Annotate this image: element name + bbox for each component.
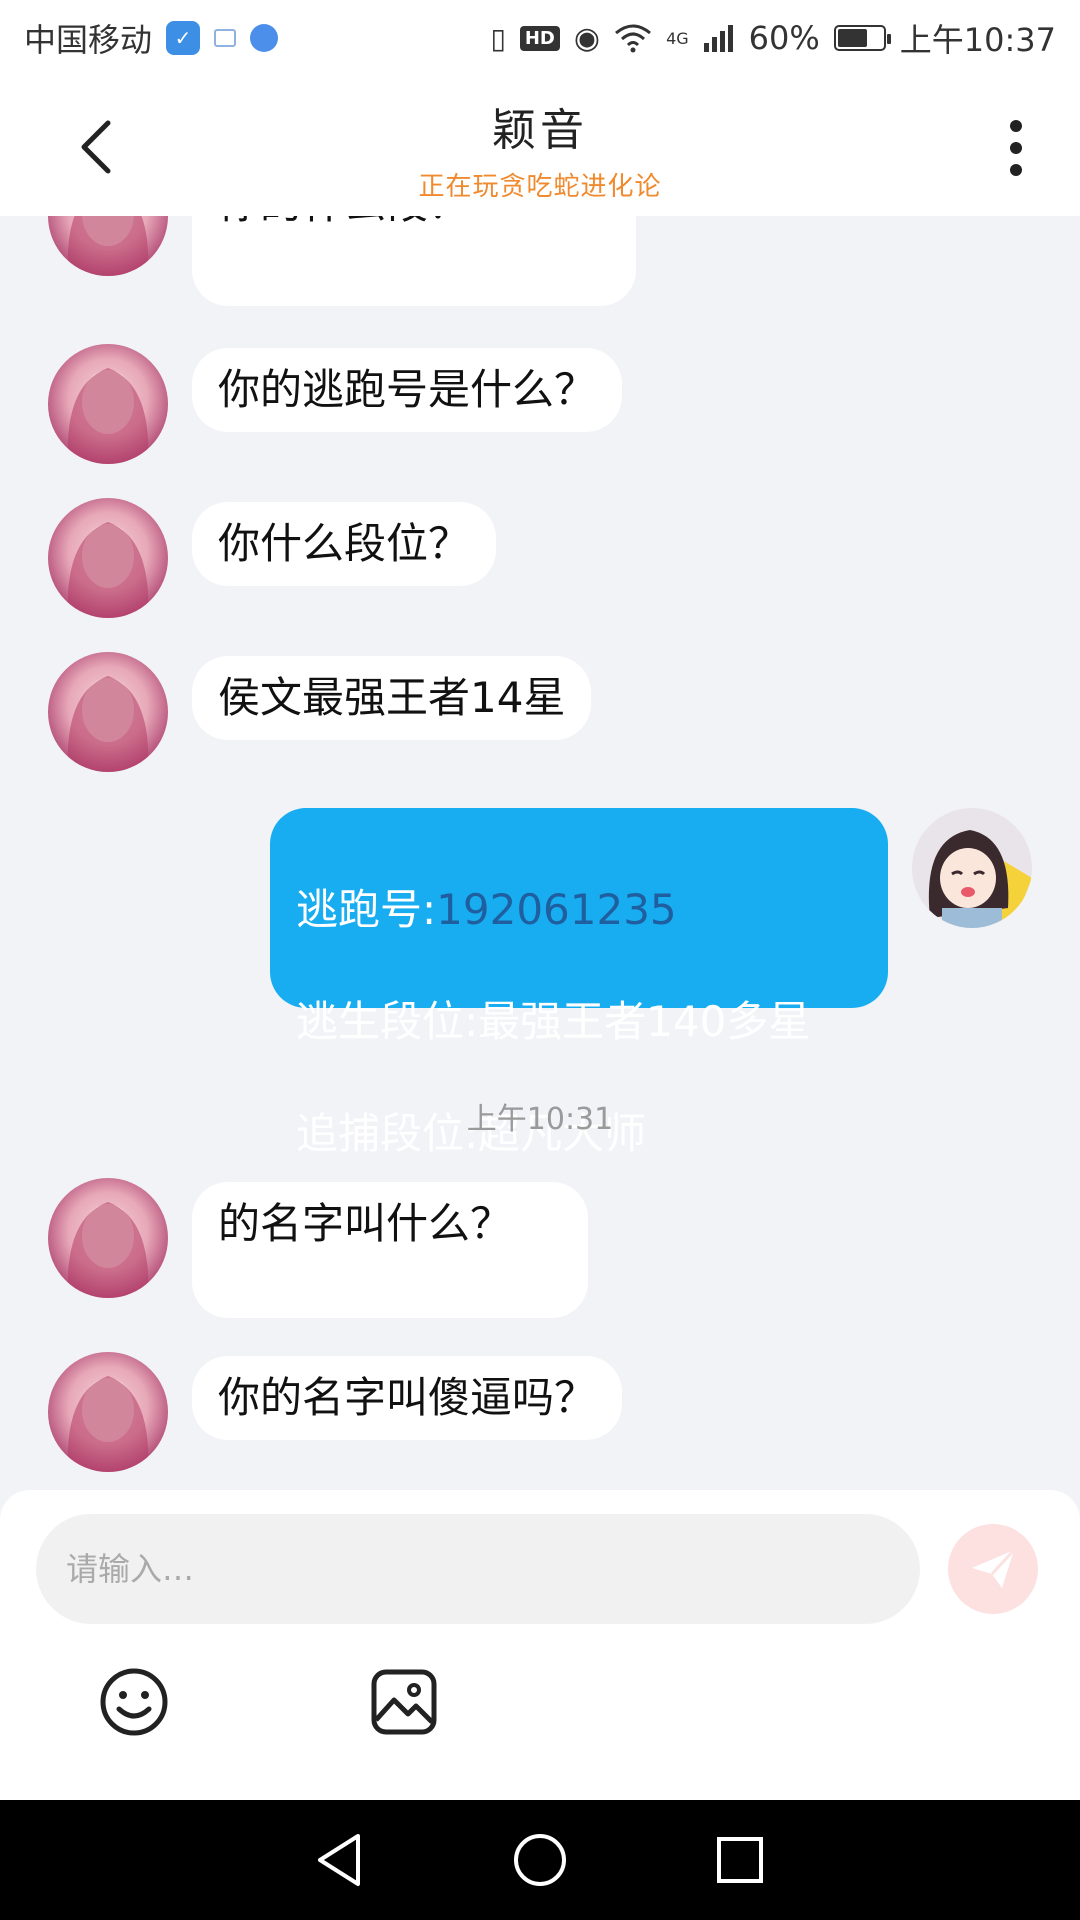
vibrate-icon: ▯ — [490, 21, 506, 55]
square-recents-icon — [717, 1837, 763, 1883]
contact-avatar[interactable] — [48, 498, 168, 618]
more-dot — [1010, 164, 1022, 176]
contact-status: 正在玩贪吃蛇进化论 — [418, 172, 662, 202]
contact-avatar[interactable] — [48, 1178, 168, 1298]
my-avatar[interactable] — [912, 808, 1032, 928]
message-bubble[interactable]: 你的逃跑号是什么？ — [192, 348, 623, 432]
more-dot — [1010, 142, 1022, 154]
contact-name: 颖音 — [492, 105, 588, 156]
message-incoming: 侯文最强王者14星 — [0, 652, 1080, 772]
nav-home-button[interactable] — [510, 1830, 570, 1890]
message-bubble[interactable]: 你的名字叫傻逼吗？ — [192, 1356, 623, 1440]
system-nav-bar — [0, 1800, 1080, 1920]
timestamp: 上午10:31 — [466, 1102, 614, 1137]
send-button[interactable] — [948, 1524, 1038, 1614]
line-value: 最强王者140多星 — [478, 997, 811, 1046]
message-bubble[interactable]: 的名字叫什么？ — [192, 1182, 588, 1318]
contact-avatar[interactable] — [48, 344, 168, 464]
carrier-label: 中国移动 — [24, 21, 153, 59]
message-incoming: 你的什么段？ — [0, 216, 1080, 316]
message-bubble[interactable]: 你的什么段？ — [192, 216, 636, 306]
circle-home-icon — [514, 1834, 566, 1886]
emoji-button[interactable] — [98, 1666, 170, 1738]
eye-icon: ◉ — [573, 20, 601, 56]
more-dot — [1010, 120, 1022, 132]
bubble-line: 逃生段位:最强王者140多星 — [296, 994, 862, 1050]
message-bubble[interactable]: 侯文最强王者14星 — [192, 656, 592, 740]
message-icon — [214, 29, 237, 47]
contact-avatar[interactable] — [48, 216, 168, 276]
message-bubble[interactable]: 逃跑号:192061235 逃生段位:最强王者140多星 追捕段位:超凡大师 — [270, 808, 888, 1158]
line-label: 逃生段位: — [296, 997, 479, 1046]
signal-icon — [703, 25, 733, 52]
browser-icon — [250, 24, 279, 52]
triangle-back-icon — [318, 1834, 360, 1886]
composer — [0, 1490, 1080, 1800]
paper-plane-icon — [972, 1548, 1016, 1588]
clock: 上午10:37 — [899, 21, 1056, 59]
message-incoming: 你的逃跑号是什么？ — [0, 344, 1080, 464]
battery-icon — [833, 25, 891, 51]
wifi-icon — [615, 24, 652, 53]
message-incoming: 你什么段位？ — [0, 498, 1080, 618]
hd-badge: HD — [519, 25, 560, 51]
message-input[interactable] — [36, 1514, 920, 1624]
image-button[interactable] — [368, 1666, 440, 1738]
contact-avatar[interactable] — [48, 1352, 168, 1472]
bubble-line: 逃跑号:192061235 — [296, 882, 862, 938]
nav-recents-button[interactable] — [710, 1830, 770, 1890]
message-bubble[interactable]: 你什么段位？ — [192, 502, 497, 586]
message-list[interactable]: 你的什么段？ 你的逃跑号是什么？ 你什么段位？ 侯文最强王者14星 逃跑号:19… — [0, 216, 1080, 1490]
image-icon — [371, 1669, 437, 1735]
chat-header: 颖音 正在玩贪吃蛇进化论 — [0, 76, 1080, 216]
shield-icon: ✓ — [166, 21, 201, 55]
message-incoming: 你的名字叫傻逼吗？ — [0, 1352, 1080, 1472]
contact-avatar[interactable] — [48, 652, 168, 772]
message-outgoing: 逃跑号:192061235 逃生段位:最强王者140多星 追捕段位:超凡大师 — [0, 808, 1080, 1158]
network-type: 4G — [666, 29, 689, 48]
line-label: 逃跑号: — [296, 885, 437, 934]
line-value: 192061235 — [436, 885, 677, 934]
nav-back-button[interactable] — [310, 1830, 370, 1890]
smiley-icon — [100, 1668, 168, 1736]
more-button[interactable] — [996, 116, 1036, 180]
status-bar: 中国移动 ✓ ▯ HD ◉ 4G 60% 上午10:37 — [0, 0, 1080, 76]
battery-percent: 60% — [748, 19, 820, 57]
message-incoming: 的名字叫什么？ — [0, 1178, 1080, 1318]
